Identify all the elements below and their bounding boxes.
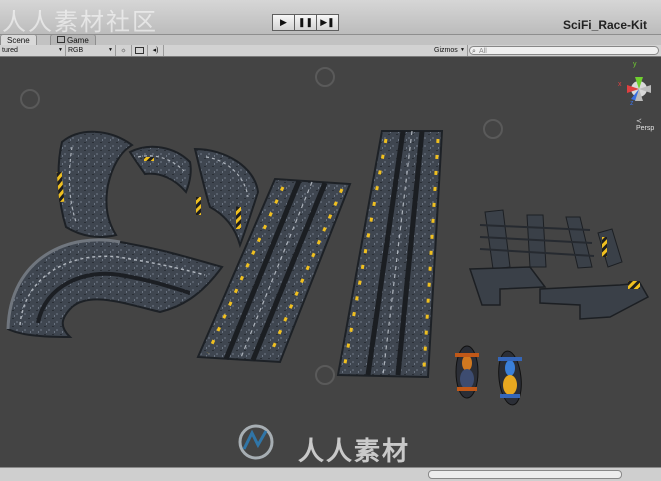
horizontal-scrollbar[interactable]	[428, 470, 622, 479]
lighting-toggle[interactable]: ☼	[116, 45, 132, 56]
persp-text: Persp	[636, 125, 655, 132]
search-input[interactable]: ⌕ All	[469, 46, 659, 55]
audio-toggle[interactable]: ◂)	[148, 45, 164, 56]
top-toolbar: 人人素材社区 ▶ ❚❚ ▶❚ SciFi_Race-Kit	[0, 0, 661, 36]
center-watermark-text: 人人素材	[298, 437, 411, 467]
gizmos-label: Gizmos	[434, 47, 458, 54]
chevron-down-icon: ▼	[108, 47, 113, 53]
straight-track-long[interactable]	[336, 130, 444, 379]
gizmo-y-label: y	[633, 61, 637, 68]
chevron-down-icon: ▼	[460, 47, 465, 53]
scene-gizmo[interactable]	[627, 77, 651, 101]
tab-game-label: Game	[67, 36, 89, 45]
curved-track-large[interactable]	[6, 238, 224, 339]
draw-mode-label: tured	[2, 47, 18, 54]
barrier-pieces[interactable]	[479, 209, 623, 270]
center-watermark-logo	[238, 424, 274, 460]
playback-controls: ▶ ❚❚ ▶❚	[272, 14, 339, 31]
persp-label[interactable]: ≺ Persp	[636, 117, 661, 132]
game-icon	[57, 36, 65, 43]
render-mode-label: RGB	[68, 47, 84, 54]
gizmo-z-label: z	[630, 100, 634, 107]
pause-button[interactable]: ❚❚	[295, 14, 317, 31]
render-mode-dropdown[interactable]: RGB ▼	[66, 45, 116, 56]
project-title: SciFi_Race-Kit	[562, 18, 647, 32]
tab-scene-label: Scene	[7, 36, 30, 45]
race-car-orange[interactable]	[455, 345, 479, 399]
speaker-icon: ◂)	[152, 47, 159, 54]
corner-track[interactable]	[193, 147, 260, 249]
search-icon: ⌕	[472, 48, 476, 55]
scene-toolbar: tured ▼ RGB ▼ ☼ ◂) Gizmos ▼ ⌕ All	[0, 45, 661, 57]
image-effects-toggle[interactable]	[132, 45, 148, 56]
watermark-text: 人人素材社区	[2, 8, 158, 36]
play-button[interactable]: ▶	[272, 14, 295, 31]
scene-viewport[interactable]: 人人素材 y x z	[0, 57, 661, 467]
search-placeholder: All	[479, 48, 487, 55]
ramp-pieces[interactable]	[468, 266, 650, 320]
small-curve-track[interactable]	[128, 145, 192, 194]
image-icon	[135, 46, 144, 54]
gizmos-dropdown[interactable]: Gizmos ▼	[432, 45, 468, 56]
step-button[interactable]: ▶❚	[317, 14, 339, 31]
race-car-blue[interactable]	[496, 350, 524, 406]
perspective-icon: ≺	[636, 118, 642, 125]
gizmo-x-label: x	[618, 81, 622, 88]
draw-mode-dropdown[interactable]: tured ▼	[0, 45, 66, 56]
chevron-down-icon: ▼	[58, 47, 63, 53]
s-curve-track[interactable]	[56, 130, 134, 238]
scene-render	[6, 67, 651, 460]
sun-icon: ☼	[120, 47, 127, 54]
